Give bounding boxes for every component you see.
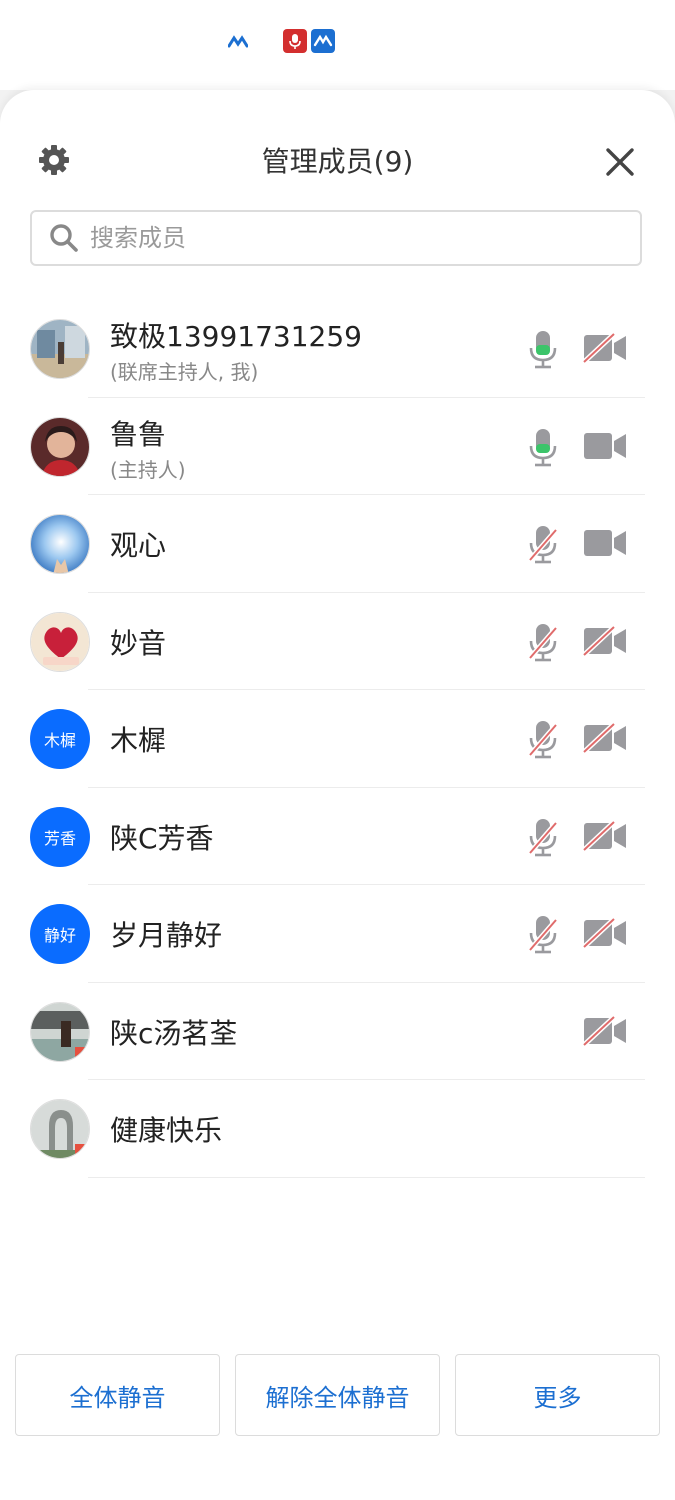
member-row[interactable]: 妙音: [0, 593, 675, 690]
member-name: 陕C芳香: [110, 821, 214, 855]
search-box[interactable]: [30, 210, 642, 266]
page-title: 管理成员(9): [261, 145, 414, 178]
mute-all-button[interactable]: 全体静音: [15, 1354, 220, 1436]
mic-muted-icon[interactable]: [526, 914, 560, 954]
member-name: 健康快乐: [110, 1114, 223, 1147]
camera-off-icon[interactable]: [582, 819, 628, 852]
meeting-logo-icon: [227, 34, 249, 53]
member-name: 致极13991731259: [110, 320, 362, 353]
member-row[interactable]: 静好 岁月静好: [0, 885, 675, 983]
recording-mic-icon: [283, 29, 307, 57]
search-input[interactable]: [88, 223, 612, 253]
camera-off-icon[interactable]: [582, 332, 628, 364]
status-bar: [0, 0, 675, 90]
avatar: [30, 514, 90, 574]
more-button[interactable]: 更多: [455, 1354, 660, 1436]
mic-muted-icon[interactable]: [526, 622, 560, 662]
avatar: [30, 416, 90, 477]
camera-off-icon[interactable]: [582, 624, 628, 657]
close-icon[interactable]: [602, 144, 638, 180]
member-role: (主持人): [110, 457, 186, 482]
app-notification-icon: [311, 29, 335, 57]
avatar: 木樨: [30, 709, 90, 769]
member-name: 岁月静好: [110, 919, 223, 952]
member-row[interactable]: 陕c汤茗荃: [0, 983, 675, 1080]
avatar: [30, 611, 90, 672]
member-list: 致极13991731259 (联席主持人, 我) 鲁鲁 (主持人) 观心 妙音 …: [0, 300, 675, 1178]
member-role: (联席主持人, 我): [110, 360, 259, 384]
unmute-all-button[interactable]: 解除全体静音: [235, 1354, 440, 1436]
camera-on-icon[interactable]: [582, 430, 628, 462]
avatar: [30, 1001, 90, 1062]
member-row[interactable]: 芳香 陕C芳香: [0, 788, 675, 885]
camera-off-icon[interactable]: [582, 1014, 628, 1047]
mic-muted-icon[interactable]: [526, 524, 560, 564]
mic-active-icon[interactable]: [526, 427, 560, 467]
member-name: 观心: [110, 529, 167, 562]
avatar: [30, 319, 90, 379]
camera-off-icon[interactable]: [582, 722, 628, 754]
member-name: 鲁鲁: [110, 417, 167, 451]
camera-off-icon[interactable]: [582, 917, 628, 949]
member-name: 妙音: [110, 626, 167, 660]
camera-on-icon[interactable]: [582, 527, 628, 559]
member-row[interactable]: 木樨 木樨: [0, 690, 675, 788]
footer-actions: 全体静音 解除全体静音 更多: [15, 1354, 660, 1436]
mic-active-icon[interactable]: [526, 329, 560, 369]
mic-muted-icon[interactable]: [526, 719, 560, 759]
avatar: 静好: [30, 904, 90, 964]
mic-muted-icon[interactable]: [526, 817, 560, 857]
member-name: 木樨: [110, 724, 167, 757]
sheet-header: 管理成员(9): [0, 90, 675, 220]
avatar: 芳香: [30, 806, 90, 867]
manage-members-sheet: 管理成员(9) 致极13991731259 (联席主持人, 我): [0, 90, 675, 1500]
member-row[interactable]: 致极13991731259 (联席主持人, 我): [0, 300, 675, 398]
member-row[interactable]: 观心: [0, 495, 675, 593]
member-row[interactable]: 鲁鲁 (主持人): [0, 398, 675, 495]
member-row[interactable]: 健康快乐: [0, 1080, 675, 1178]
divider: [88, 1176, 645, 1178]
search-icon: [50, 224, 78, 252]
avatar: [30, 1099, 90, 1159]
member-name: 陕c汤茗荃: [110, 1016, 238, 1050]
